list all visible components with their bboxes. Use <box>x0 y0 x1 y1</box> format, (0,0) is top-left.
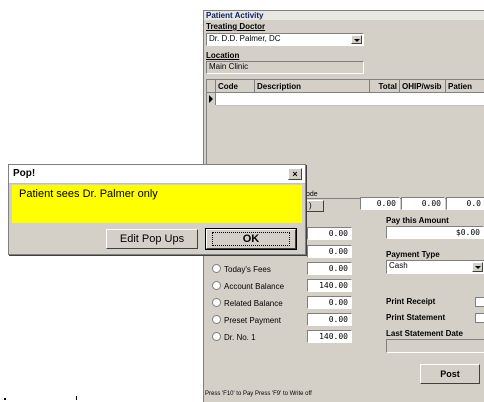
print-receipt-checkbox[interactable] <box>475 297 484 307</box>
radio-preset-payment[interactable]: Preset Payment <box>212 315 281 326</box>
grid-header-code[interactable]: Code <box>216 80 255 93</box>
chevron-down-icon[interactable] <box>351 35 362 44</box>
popup-title: Pop! <box>9 165 305 184</box>
code-label: ode <box>306 191 318 198</box>
ok-button[interactable]: OK <box>205 228 297 250</box>
radio-icon <box>212 332 221 341</box>
popup-message: Patient sees Dr. Palmer only <box>12 185 302 223</box>
radio-icon <box>212 298 221 307</box>
popup-dialog: Pop! × Patient sees Dr. Palmer only Edit… <box>8 164 306 255</box>
radio-account-balance[interactable]: Account Balance <box>212 281 284 292</box>
print-statement-label: Print Statement <box>386 313 446 322</box>
related-balance-value: 0.00 <box>307 296 352 309</box>
code-lookup-button[interactable]: ) <box>304 200 324 212</box>
radio-todays-fees[interactable]: Today's Fees <box>212 264 271 275</box>
total-value: 0.00 <box>360 197 400 210</box>
payment-type-select[interactable]: Cash <box>386 260 484 274</box>
payment-type-value: Cash <box>389 261 408 270</box>
dr-no-1-value: 140.00 <box>307 330 352 343</box>
last-statement-label: Last Statement Date <box>386 329 463 338</box>
radio-value-2: 0.00 <box>307 245 352 258</box>
chevron-down-icon[interactable] <box>472 262 483 272</box>
radio-related-balance[interactable]: Related Balance <box>212 298 283 309</box>
status-bar: Press 'F10' to Pay Press 'F9' to Write o… <box>205 391 312 397</box>
account-balance-value: 140.00 <box>307 279 352 292</box>
grid-header-description[interactable]: Description <box>255 80 370 93</box>
doctor-value: Dr. D.D. Palmer, DC <box>209 34 281 43</box>
location-field[interactable]: Main Clinic <box>206 61 364 74</box>
decorative-mark <box>4 398 6 400</box>
doctor-select[interactable]: Dr. D.D. Palmer, DC <box>206 33 364 46</box>
print-receipt-label: Print Receipt <box>386 297 436 306</box>
preset-payment-value: 0.00 <box>307 313 352 326</box>
grid-corner <box>207 80 216 93</box>
treating-doctor-label: Treating Doctor <box>206 22 266 31</box>
grid-header-total[interactable]: Total <box>370 80 400 93</box>
ohip-value: 0.00 <box>401 197 445 210</box>
pay-amount-label: Pay this Amount <box>386 216 449 225</box>
grid-header-patient[interactable]: Patien <box>446 80 484 93</box>
radio-icon <box>212 264 221 273</box>
radio-value-1: 0.00 <box>307 227 352 240</box>
radio-icon <box>212 315 221 324</box>
patient-value: 0.0 <box>446 197 484 210</box>
decorative-mark <box>76 396 77 400</box>
grid-header-ohip[interactable]: OHIP/wsib <box>400 80 446 93</box>
edit-popups-button[interactable]: Edit Pop Ups <box>106 229 198 249</box>
last-statement-field[interactable] <box>386 339 484 353</box>
close-icon[interactable]: × <box>288 168 302 180</box>
radio-icon <box>212 281 221 290</box>
post-button[interactable]: Post <box>420 364 480 384</box>
payment-type-label: Payment Type <box>386 250 440 259</box>
window-title: Patient Activity <box>204 11 484 20</box>
print-statement-checkbox[interactable] <box>475 313 484 323</box>
row-indicator-icon <box>207 93 216 105</box>
radio-dr-no-1[interactable]: Dr. No. 1 <box>212 332 256 343</box>
location-value: Main Clinic <box>209 62 249 71</box>
table-row[interactable] <box>216 93 484 106</box>
location-label: Location <box>206 51 240 60</box>
todays-fees-value: 0.00 <box>307 262 352 275</box>
pay-amount-field[interactable]: $0.00 <box>386 226 484 239</box>
